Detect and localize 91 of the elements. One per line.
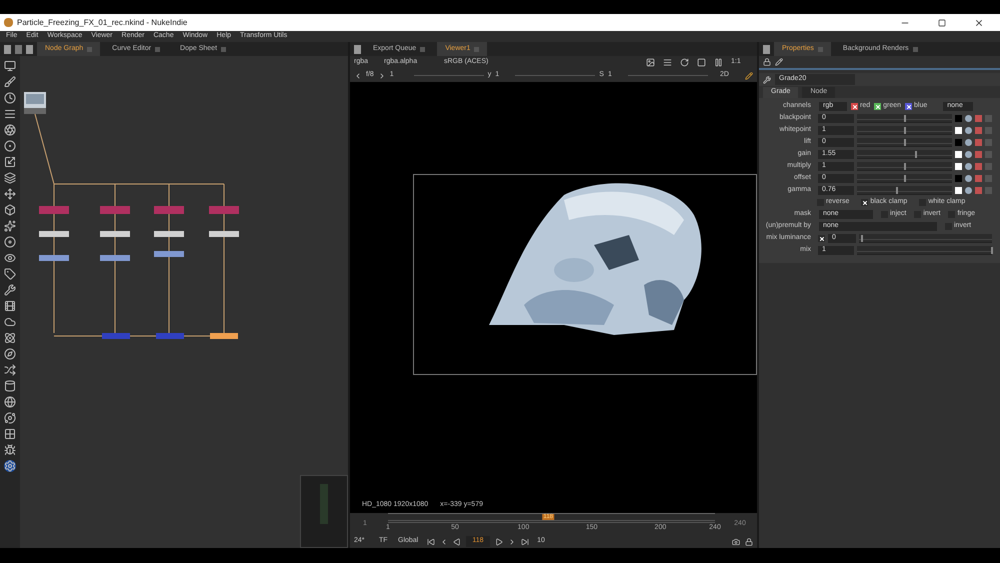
orbit-icon[interactable]	[4, 412, 16, 424]
slider-track[interactable]	[859, 234, 992, 243]
brush-icon[interactable]	[4, 76, 16, 88]
color-swatch[interactable]	[955, 163, 962, 170]
slider-track[interactable]	[857, 246, 992, 255]
step-forward-icon[interactable]	[508, 538, 516, 546]
timeline-track[interactable]	[388, 520, 715, 523]
checkbox[interactable]	[861, 199, 868, 206]
check-icon	[818, 236, 824, 242]
image-icon[interactable]	[646, 58, 655, 67]
app-logo-icon	[4, 18, 13, 27]
wrench-icon[interactable]	[4, 284, 16, 296]
cylinder-icon[interactable]	[4, 380, 16, 392]
check-icon	[874, 104, 881, 110]
circle-icon[interactable]	[4, 140, 16, 152]
camera-icon[interactable]	[732, 538, 740, 546]
lines-icon[interactable]	[663, 58, 672, 67]
clock-icon[interactable]	[4, 92, 16, 104]
node[interactable]	[100, 255, 130, 261]
node[interactable]	[39, 206, 69, 214]
aperture-icon[interactable]	[4, 124, 16, 136]
window-title: Particle_Freezing_FX_01_rec.nkind - NukeIndie	[17, 16, 188, 28]
slider-track[interactable]	[857, 126, 952, 135]
pencil-icon[interactable]	[745, 72, 753, 80]
wrench-icon[interactable]	[763, 76, 771, 84]
checkbox[interactable]	[851, 103, 858, 110]
layers-icon[interactable]	[4, 172, 16, 184]
slider-thumb[interactable]	[914, 151, 917, 158]
skip-forward-icon[interactable]	[521, 538, 529, 546]
eye-icon[interactable]	[4, 252, 16, 264]
shuffle-icon[interactable]	[4, 364, 16, 376]
checkbox[interactable]	[818, 235, 825, 242]
slider-track[interactable]	[857, 138, 952, 147]
color-swatch[interactable]	[955, 127, 962, 134]
color-swatch[interactable]	[955, 115, 962, 122]
color-swatch[interactable]	[955, 175, 962, 182]
atom-icon[interactable]	[4, 332, 16, 344]
film-icon[interactable]	[4, 300, 16, 312]
node[interactable]	[154, 231, 184, 237]
node[interactable]	[39, 255, 69, 261]
lock-icon[interactable]	[745, 538, 753, 546]
bug-icon[interactable]	[4, 444, 16, 456]
check-icon	[862, 200, 868, 206]
pencil-icon[interactable]	[775, 58, 783, 66]
check-icon	[852, 104, 858, 110]
cloud-icon[interactable]	[4, 316, 16, 328]
node[interactable]	[102, 333, 130, 339]
lock-icon[interactable]	[763, 58, 771, 66]
checkbox[interactable]	[874, 103, 882, 110]
slider-track[interactable]	[857, 114, 952, 123]
play-reverse-icon[interactable]	[453, 538, 461, 546]
step-back-icon[interactable]	[440, 538, 448, 546]
slider-track[interactable]	[857, 174, 952, 183]
refresh-icon[interactable]	[680, 58, 689, 67]
grid-icon[interactable]	[4, 428, 16, 440]
node[interactable]	[209, 206, 239, 214]
node[interactable]	[156, 333, 184, 339]
move-icon[interactable]	[4, 188, 16, 200]
check-icon	[906, 104, 912, 110]
color-swatch[interactable]	[955, 151, 962, 158]
node[interactable]	[209, 231, 239, 237]
resize-icon[interactable]	[4, 156, 16, 168]
sparkle-icon[interactable]	[4, 220, 16, 232]
slider-track[interactable]	[857, 162, 952, 171]
slider-thumb[interactable]	[860, 235, 863, 242]
pause-icon[interactable]	[714, 58, 723, 67]
node[interactable]	[39, 231, 69, 237]
color-swatch[interactable]	[955, 187, 962, 194]
node[interactable]	[154, 251, 184, 257]
tag-icon[interactable]	[4, 268, 16, 280]
node[interactable]	[210, 333, 238, 339]
skip-back-icon[interactable]	[427, 538, 435, 546]
globe-icon[interactable]	[4, 396, 16, 408]
color-swatch[interactable]	[955, 139, 962, 146]
compass-icon[interactable]	[4, 348, 16, 360]
maximize-icon[interactable]	[938, 18, 946, 26]
slider-thumb[interactable]	[896, 187, 898, 194]
node[interactable]	[154, 206, 184, 214]
play-icon[interactable]	[495, 538, 503, 546]
slider-track[interactable]	[857, 150, 952, 159]
lines-icon[interactable]	[4, 108, 16, 120]
disc-icon[interactable]	[4, 236, 16, 248]
square-icon[interactable]	[697, 58, 706, 67]
settings-icon[interactable]	[4, 460, 16, 472]
box-icon[interactable]	[4, 204, 16, 216]
checkbox[interactable]	[905, 103, 912, 110]
node[interactable]	[100, 206, 130, 214]
read-node[interactable]	[24, 92, 46, 114]
node[interactable]	[100, 231, 130, 237]
monitor-icon[interactable]	[4, 60, 16, 72]
slider-track[interactable]	[857, 186, 952, 195]
